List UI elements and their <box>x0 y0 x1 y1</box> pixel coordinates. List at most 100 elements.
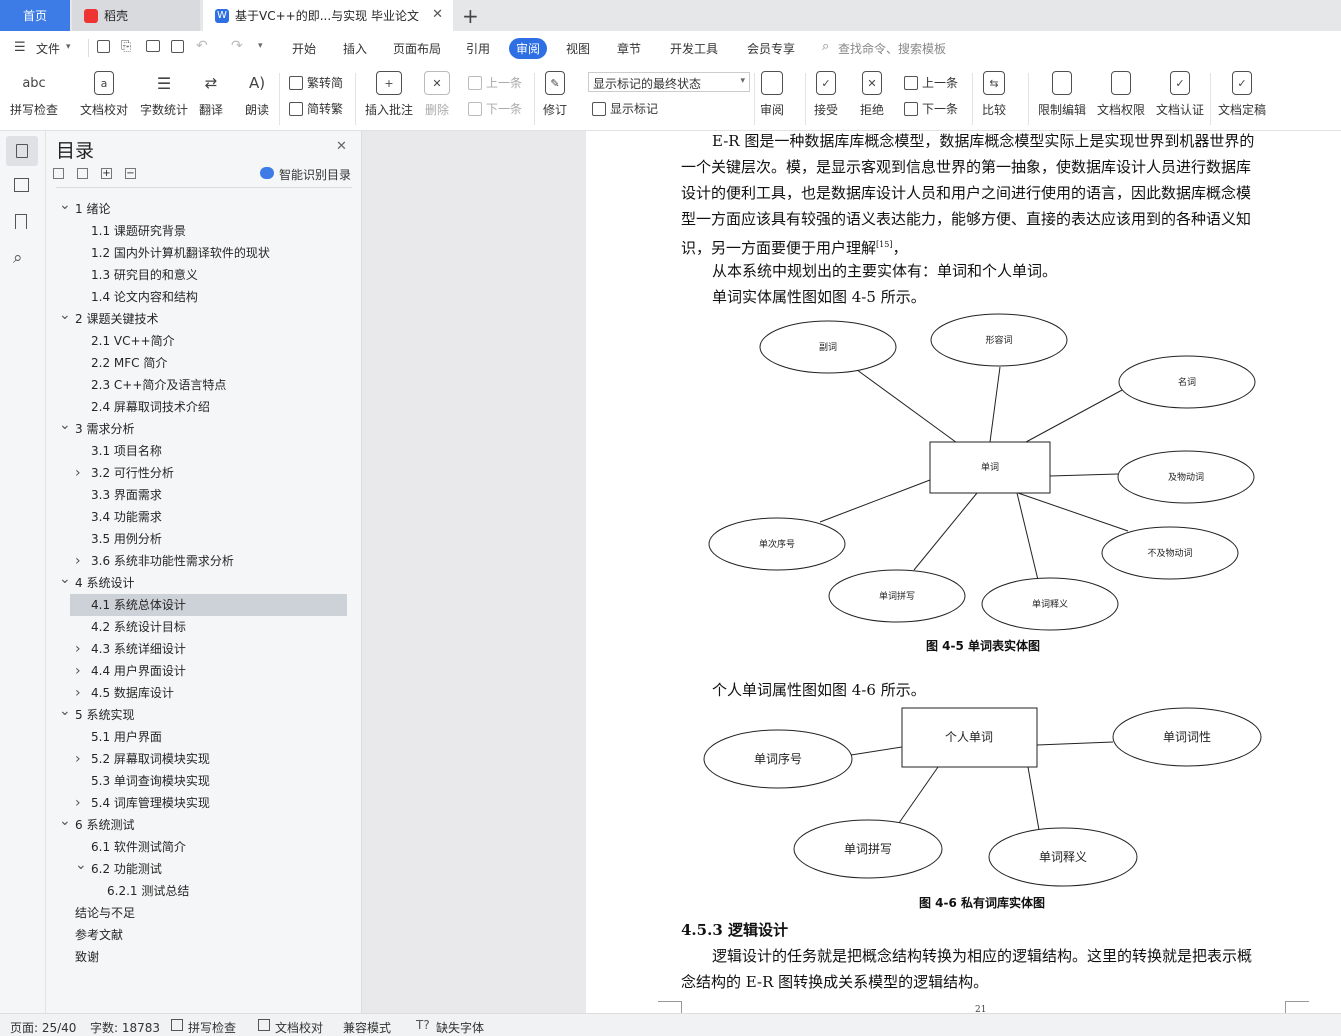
doc-permission-button[interactable]: 文档权限 <box>1097 71 1145 123</box>
markup-status-select[interactable]: 显示标记的最终状态 ▾ <box>588 72 750 92</box>
menu-view[interactable]: 视图 <box>566 40 590 57</box>
menu-file[interactable]: 文件 <box>36 40 60 57</box>
toc-item[interactable]: ⌄ 6 系统测试 <box>59 813 347 836</box>
toc-item[interactable]: ⌄ 6.2 功能测试 <box>70 857 347 880</box>
chevron-right-icon[interactable]: › <box>75 682 81 704</box>
menu-insert[interactable]: 插入 <box>343 40 367 57</box>
toc-item[interactable]: › 4.3 系统详细设计 <box>70 638 347 660</box>
toc-item[interactable]: 2.1 VC++简介 <box>70 330 347 352</box>
compare-button[interactable]: ⇆ 比较 <box>982 71 1006 123</box>
toc-item[interactable]: 4.2 系统设计目标 <box>70 616 347 638</box>
print-icon[interactable] <box>146 40 160 52</box>
reject-button[interactable]: ✕ 拒绝 <box>860 71 884 123</box>
next-comment-button[interactable]: 下一条 <box>468 100 522 117</box>
toc-item[interactable]: 6.1 软件测试简介 <box>70 836 347 858</box>
word-count-status[interactable]: 字数: 18783 <box>90 1019 160 1036</box>
chevron-down-icon[interactable]: ⌄ <box>59 414 71 436</box>
chevron-down-icon[interactable]: ⌄ <box>59 304 71 326</box>
spell-check-status[interactable]: 拼写检查 <box>188 1019 236 1036</box>
chevron-right-icon[interactable]: › <box>75 792 81 814</box>
delete-comment-button[interactable]: ✕ 删除 <box>424 71 450 123</box>
remove-heading-icon[interactable]: − <box>125 168 136 179</box>
chevron-down-icon[interactable]: ⌄ <box>59 568 71 590</box>
chevron-right-icon[interactable]: › <box>75 550 81 572</box>
toc-item[interactable]: › 4.4 用户界面设计 <box>70 660 347 682</box>
toc-item[interactable]: 致谢 <box>70 946 347 968</box>
toc-item[interactable]: 3.1 项目名称 <box>70 440 347 462</box>
menu-review[interactable]: 审阅 <box>509 38 548 59</box>
chapter-nav-icon[interactable] <box>14 178 29 192</box>
chevron-down-icon[interactable]: ⌄ <box>59 700 71 722</box>
add-heading-icon[interactable]: + <box>101 168 112 179</box>
toc-item[interactable]: ⌄ 5 系统实现 <box>59 703 347 726</box>
menu-section[interactable]: 章节 <box>617 40 641 57</box>
search-icon[interactable]: ⌕ <box>13 248 23 268</box>
chevron-right-icon[interactable]: › <box>75 638 81 660</box>
toc-item[interactable]: 5.3 单词查询模块实现 <box>70 770 347 792</box>
toc-item[interactable]: 结论与不足 <box>70 902 347 924</box>
prev-comment-button[interactable]: 上一条 <box>468 74 522 91</box>
menu-layout[interactable]: 页面布局 <box>393 40 441 57</box>
read-aloud-button[interactable]: A) 朗读 <box>244 71 270 123</box>
review-pane-button[interactable]: 审阅 <box>760 71 784 123</box>
toc-item[interactable]: 5.1 用户界面 <box>70 726 347 748</box>
chevron-down-icon[interactable]: ⌄ <box>59 194 71 216</box>
toc-item[interactable]: 2.4 屏幕取词技术介绍 <box>70 396 347 418</box>
toc-item[interactable]: › 3.2 可行性分析 <box>70 462 347 484</box>
new-tab-icon[interactable]: + <box>462 4 479 28</box>
toc-item[interactable]: 6.2.1 测试总结 <box>70 880 347 902</box>
expand-all-icon[interactable] <box>53 168 64 179</box>
restrict-editing-button[interactable]: 限制编辑 <box>1038 71 1086 123</box>
toc-item[interactable]: 1.1 课题研究背景 <box>70 220 347 242</box>
toc-item[interactable]: 3.3 界面需求 <box>70 484 347 506</box>
menu-member[interactable]: 会员专享 <box>747 40 795 57</box>
chevron-right-icon[interactable]: › <box>75 660 81 682</box>
accept-button[interactable]: ✓ 接受 <box>814 71 838 123</box>
toc-item[interactable]: ⌄ 1 绪论 <box>59 197 347 220</box>
undo-icon[interactable]: ↶ <box>196 38 208 54</box>
chevron-down-icon[interactable]: ⌄ <box>75 854 87 876</box>
missing-font-status[interactable]: 缺失字体 <box>436 1019 484 1036</box>
proofread-status[interactable]: 文档校对 <box>275 1019 323 1036</box>
menu-developer[interactable]: 开发工具 <box>670 40 718 57</box>
toc-item[interactable]: ⌄ 4 系统设计 <box>59 571 347 594</box>
menu-references[interactable]: 引用 <box>466 40 490 57</box>
toc-item[interactable]: 3.4 功能需求 <box>70 506 347 528</box>
word-count-button[interactable]: ☰ 字数统计 <box>140 71 188 123</box>
toc-item[interactable]: 1.2 国内外计算机翻译软件的现状 <box>70 242 347 264</box>
toc-panel-button[interactable] <box>6 136 38 166</box>
toc-item[interactable]: 参考文献 <box>70 924 347 946</box>
chevron-right-icon[interactable]: › <box>75 748 81 770</box>
search-icon[interactable]: ⌕ <box>822 39 829 54</box>
chevron-down-icon[interactable]: ⌄ <box>59 810 71 832</box>
toc-item[interactable]: › 4.5 数据库设计 <box>70 682 347 704</box>
command-search[interactable]: 查找命令、搜索模板 <box>838 40 946 57</box>
toc-item[interactable]: 4.1 系统总体设计 <box>70 594 347 616</box>
print-preview-icon[interactable] <box>171 40 184 53</box>
insert-comment-button[interactable]: + 插入批注 <box>365 71 413 123</box>
chevron-right-icon[interactable]: › <box>75 462 81 484</box>
toc-item[interactable]: 2.2 MFC 简介 <box>70 352 347 374</box>
collapse-all-icon[interactable] <box>77 168 88 179</box>
redo-icon[interactable]: ↷ <box>231 38 243 54</box>
doc-proofread-button[interactable]: a 文档校对 <box>80 71 128 123</box>
menu-start[interactable]: 开始 <box>292 40 316 57</box>
chevron-down-icon[interactable]: ▾ <box>66 42 71 52</box>
page-indicator[interactable]: 页面: 25/40 <box>10 1019 76 1036</box>
toc-item[interactable]: 2.3 C++简介及语言特点 <box>70 374 347 396</box>
translate-button[interactable]: ⇄ 翻译 <box>198 71 224 123</box>
hamburger-icon[interactable]: ☰ <box>14 40 26 55</box>
toc-item[interactable]: › 5.2 屏幕取词模块实现 <box>70 748 347 770</box>
track-changes-button[interactable]: ✎ 修订 <box>543 71 567 123</box>
toc-item[interactable]: ⌄ 2 课题关键技术 <box>59 307 347 330</box>
prev-change-button[interactable]: 上一条 <box>904 74 958 91</box>
quick-access-more-icon[interactable]: ▾ <box>258 41 263 51</box>
close-icon[interactable]: ✕ <box>336 139 347 154</box>
doc-auth-button[interactable]: ✓ 文档认证 <box>1156 71 1204 123</box>
export-icon[interactable]: ⎘ <box>121 39 131 54</box>
tab-daoke[interactable]: 稻壳 <box>72 0 200 31</box>
save-icon[interactable] <box>97 40 110 53</box>
toc-item[interactable]: ⌄ 3 需求分析 <box>59 417 347 440</box>
tab-home[interactable]: 首页 <box>0 0 70 31</box>
finalize-doc-button[interactable]: ✓ 文档定稿 <box>1218 71 1266 123</box>
